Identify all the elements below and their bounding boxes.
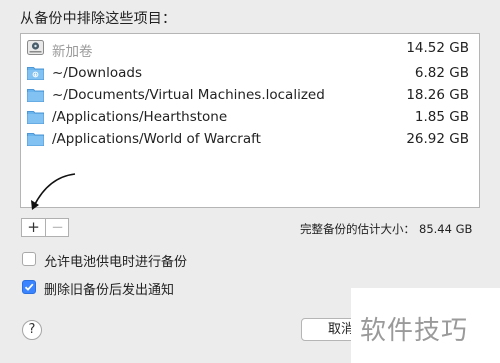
add-button[interactable]: + <box>22 219 45 236</box>
annotation-arrow-icon <box>31 173 76 210</box>
item-size: 6.82 GB <box>414 65 469 81</box>
item-size: 1.85 GB <box>414 109 469 125</box>
notify-delete-checkbox[interactable] <box>22 280 36 294</box>
item-name: /Applications/Hearthstone <box>52 109 228 125</box>
watermark: 软件技巧 <box>360 316 469 346</box>
checkmark-icon <box>24 283 34 291</box>
item-name: ~/Documents/Virtual Machines.localized <box>52 87 325 103</box>
folder-icon <box>27 111 44 124</box>
add-remove-control: + − <box>21 218 69 237</box>
exclusion-list[interactable]: 新加卷 14.52 GB ~/Downloads 6.82 GB ~/Docum… <box>20 33 480 208</box>
list-item[interactable]: ~/Downloads 6.82 GB <box>21 63 479 83</box>
list-item[interactable]: ~/Documents/Virtual Machines.localized 1… <box>21 85 479 105</box>
estimated-size-label: 完整备份的估计大小： <box>300 222 415 236</box>
battery-backup-label[interactable]: 允许电池供电时进行备份 <box>44 251 187 270</box>
item-name: /Applications/World of Warcraft <box>52 131 261 147</box>
notify-delete-label[interactable]: 删除旧备份后发出通知 <box>44 279 174 298</box>
list-item[interactable]: /Applications/Hearthstone 1.85 GB <box>21 107 479 127</box>
help-button[interactable]: ? <box>22 320 42 340</box>
drive-icon <box>27 40 44 55</box>
item-size: 14.52 GB <box>406 40 469 56</box>
remove-button[interactable]: − <box>46 219 69 236</box>
item-name: ~/Downloads <box>52 65 142 81</box>
list-item[interactable]: 新加卷 14.52 GB <box>21 38 479 60</box>
battery-backup-checkbox[interactable] <box>22 252 36 266</box>
folder-icon <box>27 89 44 102</box>
folder-icon <box>27 67 44 80</box>
item-size: 18.26 GB <box>406 87 469 103</box>
dialog-heading: 从备份中排除这些项目： <box>20 11 177 27</box>
estimated-size: 完整备份的估计大小： 85.44 GB <box>300 221 472 237</box>
item-name: 新加卷 <box>52 44 93 60</box>
folder-icon <box>27 133 44 146</box>
list-item[interactable]: /Applications/World of Warcraft 26.92 GB <box>21 129 479 149</box>
estimated-size-value: 85.44 GB <box>419 222 473 236</box>
item-size: 26.92 GB <box>406 131 469 147</box>
